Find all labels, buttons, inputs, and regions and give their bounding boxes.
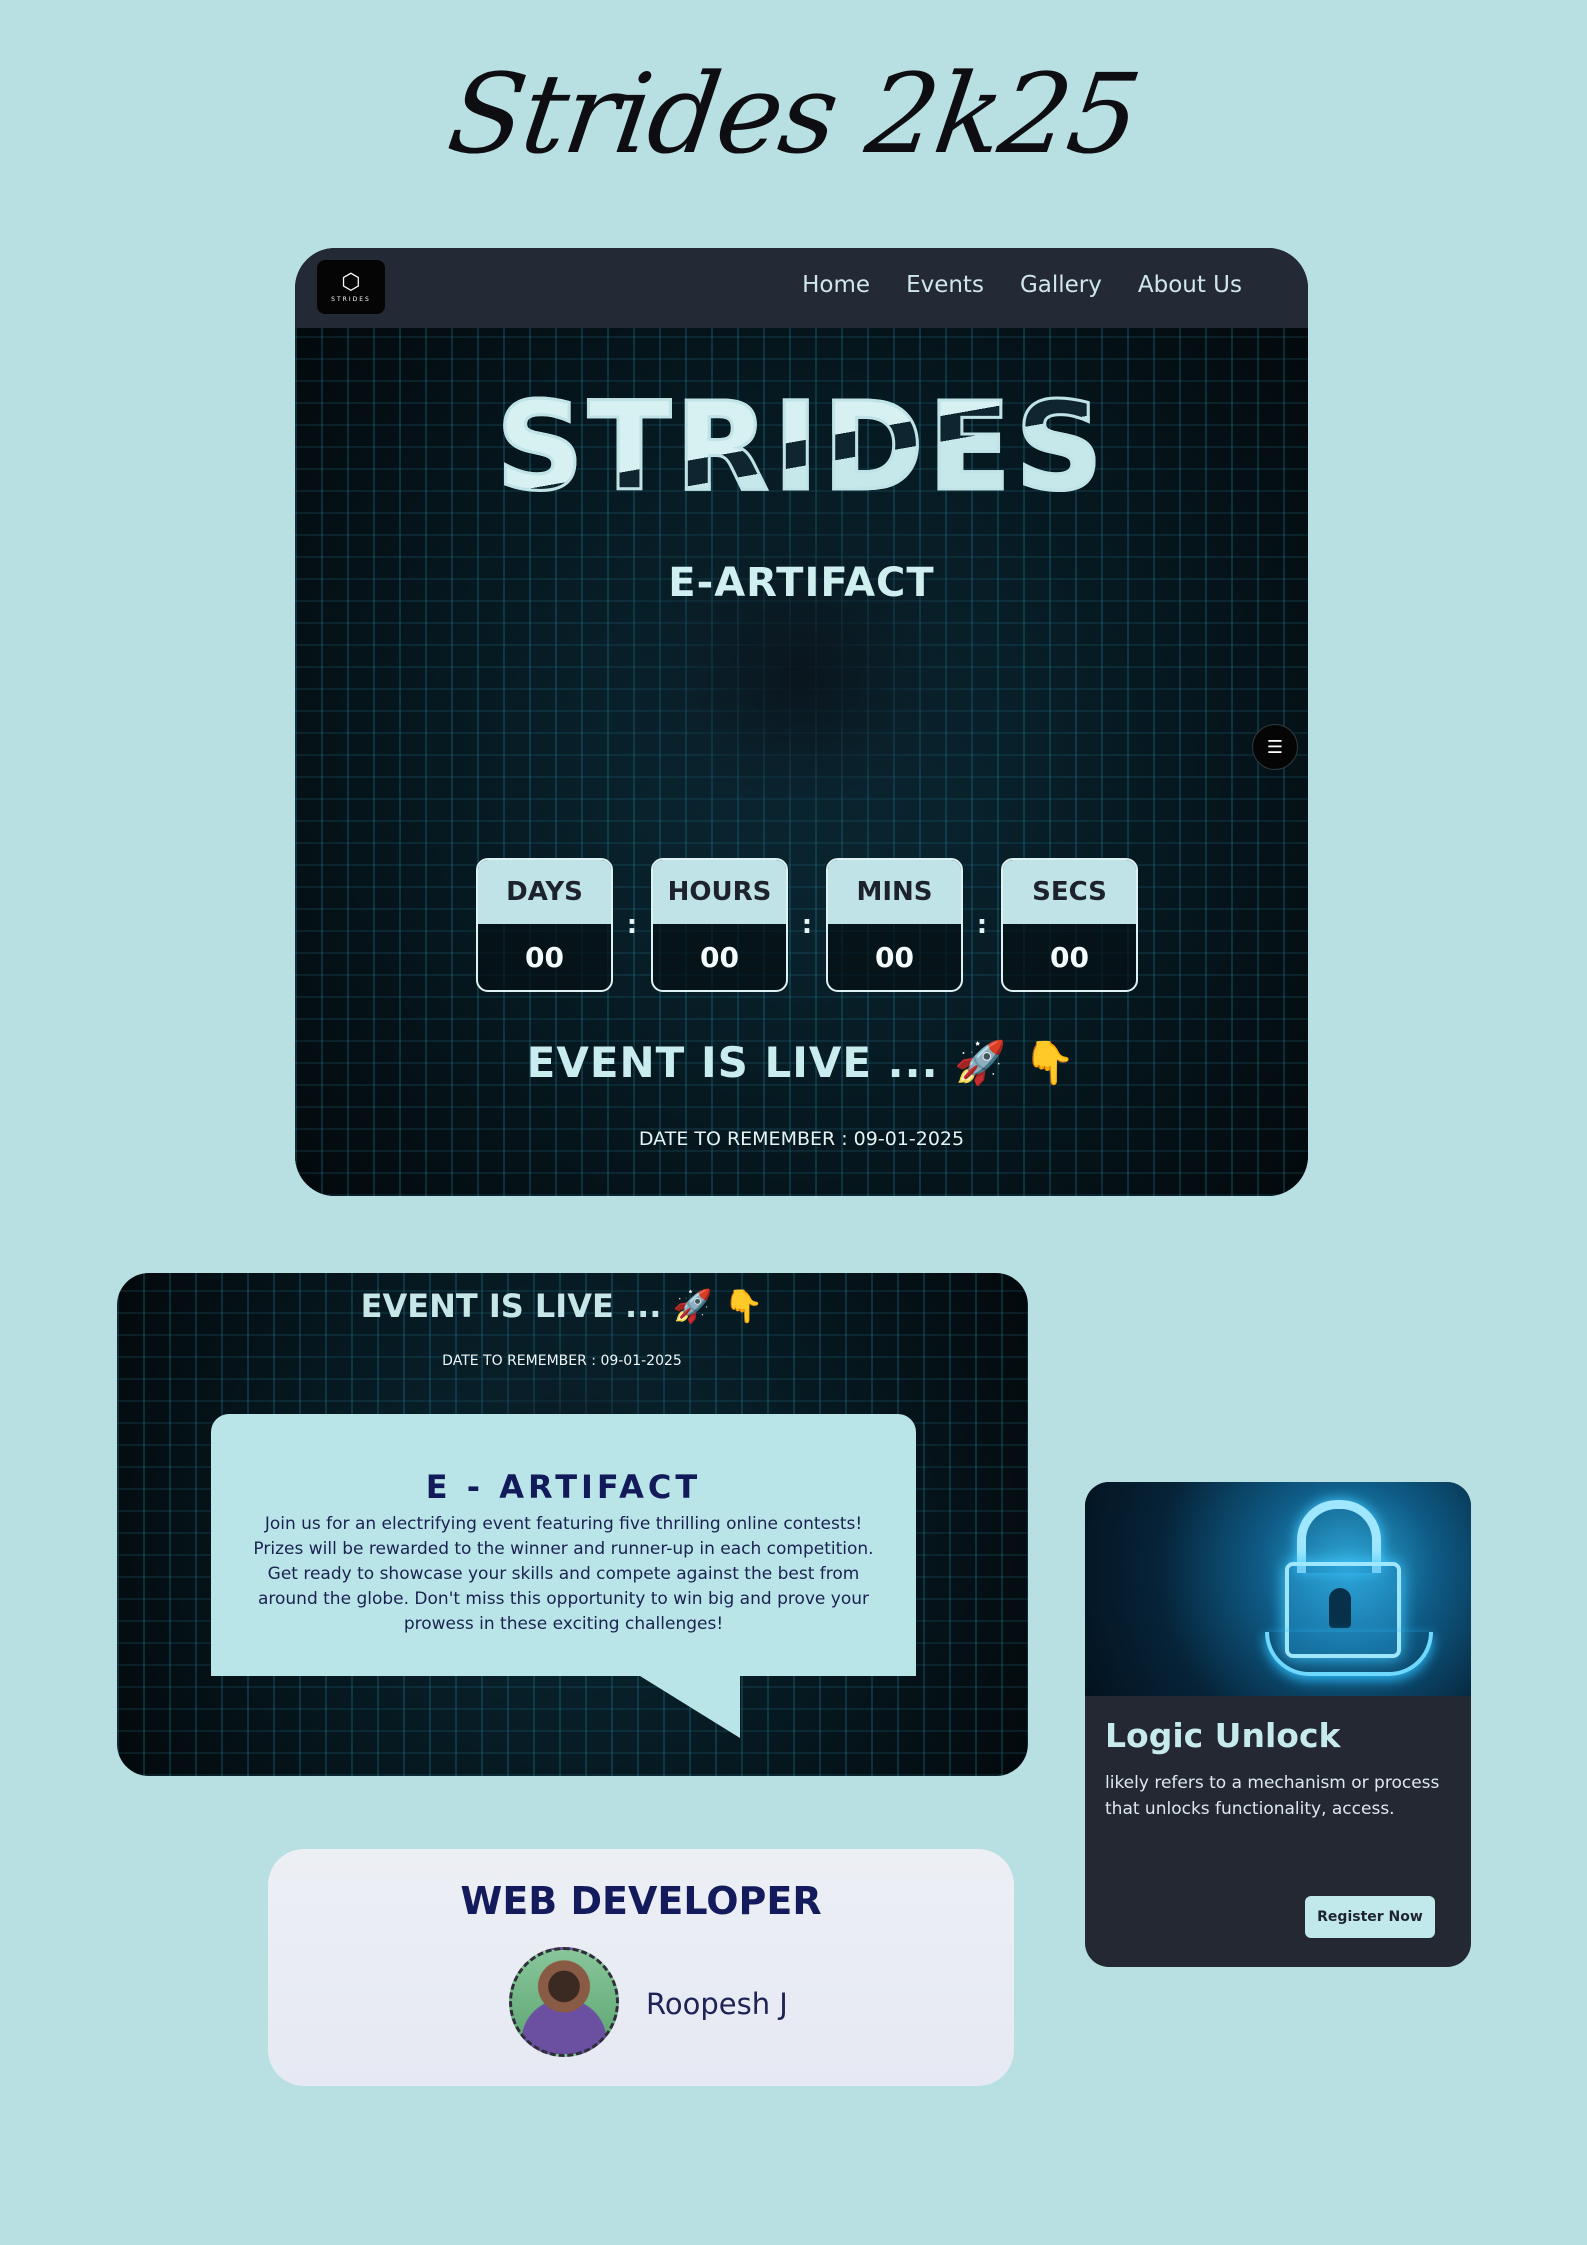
site-logo[interactable]: ⬡ STRIDES: [317, 260, 385, 314]
countdown-timer: DAYS 00 : HOURS 00 : MINS 00 : SECS 00: [476, 858, 1138, 992]
keyhole-icon: [1329, 1588, 1351, 1628]
event-description: Join us for an electrifying event featur…: [253, 1514, 874, 1634]
event-description-bubble: E - ARTIFACT Join us for an electrifying…: [211, 1414, 916, 1676]
filter-settings-icon[interactable]: ☰: [1252, 724, 1298, 770]
logo-text: STRIDES: [331, 295, 371, 303]
lock-image: [1085, 1482, 1471, 1696]
avatar: [509, 1947, 619, 2057]
event-card: EVENT IS LIVE ... 🚀 👇 DATE TO REMEMBER :…: [117, 1273, 1028, 1776]
event-heading: E - ARTIFACT: [425, 1468, 702, 1506]
card-description: likely refers to a mechanism or process …: [1105, 1773, 1440, 1819]
event-live-text: EVENT IS LIVE ... 🚀 👇: [526, 1038, 1077, 1087]
countdown-label: SECS: [1003, 860, 1136, 924]
nav-events[interactable]: Events: [906, 272, 984, 298]
card-title: Logic Unlock: [1105, 1716, 1341, 1755]
event-date: DATE TO REMEMBER : 09-01-2025: [442, 1353, 682, 1369]
countdown-label: HOURS: [653, 860, 786, 924]
event-date: DATE TO REMEMBER : 09-01-2025: [638, 1128, 965, 1150]
countdown-days: DAYS 00: [476, 858, 613, 992]
logic-unlock-card: Logic Unlock likely refers to a mechanis…: [1085, 1482, 1471, 1967]
countdown-value: 00: [1050, 940, 1089, 974]
developer-card: WEB DEVELOPER Roopesh J: [268, 1849, 1014, 2086]
countdown-secs: SECS 00: [1001, 858, 1138, 992]
logo-icon: ⬡: [341, 269, 361, 295]
hero-card: ⬡ STRIDES Home Events Gallery About Us S…: [295, 248, 1308, 1196]
nav-links: Home Events Gallery About Us: [802, 272, 1242, 298]
countdown-separator: :: [976, 910, 988, 940]
developer-role: WEB DEVELOPER: [460, 1879, 822, 1923]
nav-gallery[interactable]: Gallery: [1020, 272, 1102, 298]
countdown-label: DAYS: [478, 860, 611, 924]
nav-home[interactable]: Home: [802, 272, 870, 298]
countdown-value: 00: [700, 940, 739, 974]
countdown-separator: :: [801, 910, 813, 940]
developer-name: Roopesh J: [646, 1987, 788, 2021]
bubble-tail: [640, 1676, 740, 1738]
countdown-separator: :: [626, 910, 638, 940]
nav-about-us[interactable]: About Us: [1138, 272, 1242, 298]
event-live-text: EVENT IS LIVE ... 🚀 👇: [360, 1287, 764, 1325]
hero-background: STRIDES E-ARTIFACT ☰ DAYS 00 : HOURS 00 …: [295, 328, 1308, 1196]
hero-subtitle: E-ARTIFACT: [668, 560, 935, 606]
countdown-value: 00: [525, 940, 564, 974]
countdown-mins: MINS 00: [826, 858, 963, 992]
register-now-button[interactable]: Register Now: [1305, 1896, 1435, 1938]
countdown-value: 00: [875, 940, 914, 974]
top-nav: ⬡ STRIDES Home Events Gallery About Us: [295, 248, 1308, 328]
countdown-hours: HOURS 00: [651, 858, 788, 992]
hero-title: STRIDES: [295, 375, 1308, 520]
hand-icon: [1265, 1632, 1433, 1676]
page-script-title: Strides 2k25: [441, 50, 1146, 178]
countdown-label: MINS: [828, 860, 961, 924]
